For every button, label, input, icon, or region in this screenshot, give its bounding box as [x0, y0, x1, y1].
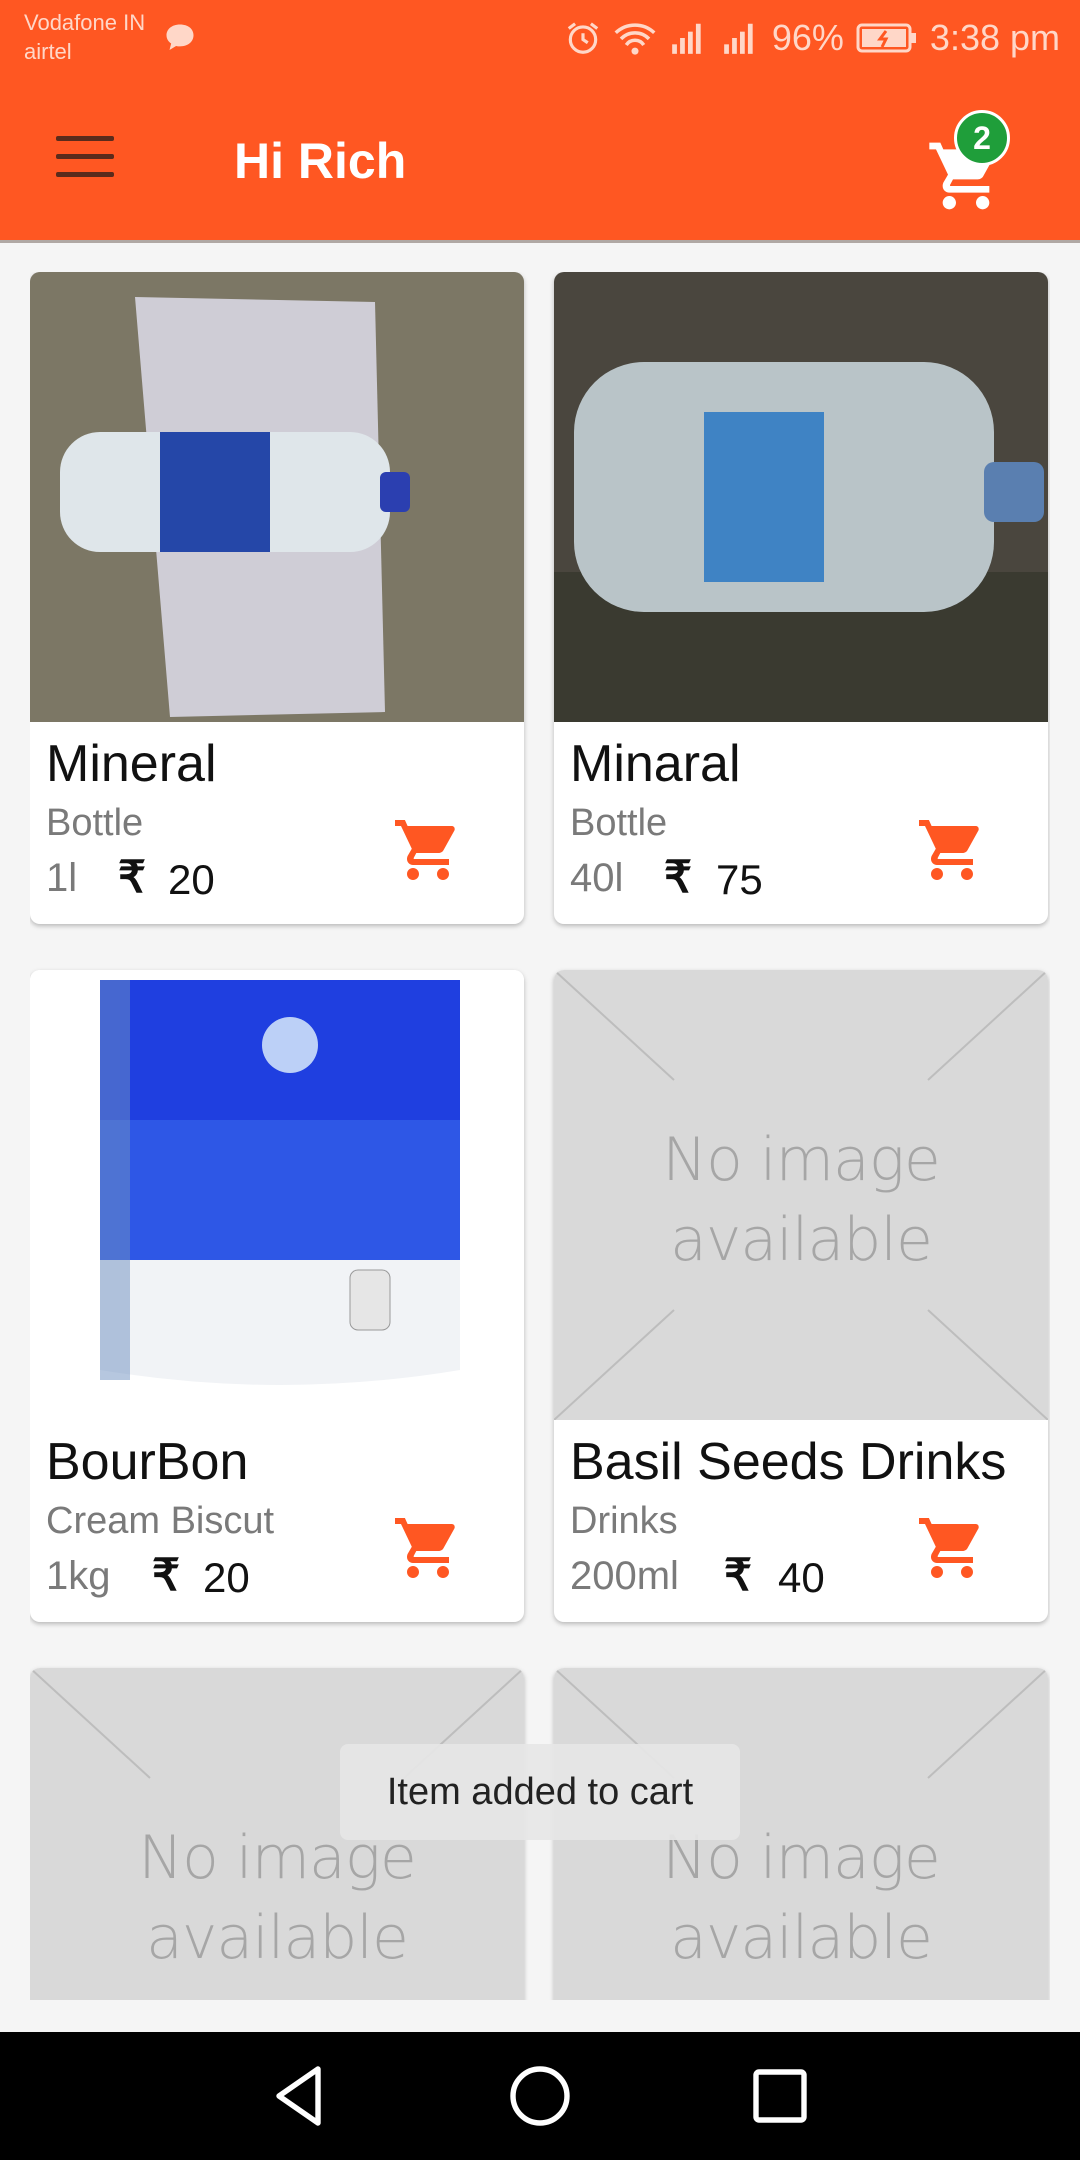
product-price: 20 — [203, 1554, 250, 1601]
app-bar: Hi Rich 2 — [0, 76, 1080, 240]
cart-count-badge: 2 — [954, 110, 1010, 166]
clock: 3:38 pm — [929, 17, 1060, 58]
product-category: Bottle — [570, 802, 668, 844]
carrier-2: airtel — [24, 39, 72, 64]
appbar-divider — [0, 240, 1080, 243]
no-image-text: No image available — [662, 1823, 940, 1973]
carrier-info: Vodafone IN airtel — [24, 8, 145, 66]
recents-icon[interactable] — [744, 2060, 816, 2132]
rupee-icon: ₹ — [118, 853, 146, 902]
battery-percent: 96% — [771, 17, 844, 58]
system-nav-bar — [0, 2032, 1080, 2160]
no-image-text: No image available — [662, 1125, 940, 1275]
status-icons: 96% 3:38 pm — [564, 14, 1060, 62]
product-quantity: 1kg — [46, 1554, 111, 1598]
battery-icon — [856, 23, 916, 53]
product-grid[interactable]: Mineral Bottle 1l ₹ 20 Minaral Bottle 40… — [30, 272, 1050, 2000]
signal-icon — [672, 23, 701, 54]
no-image-text: No image available — [138, 1823, 416, 1973]
alarm-icon — [567, 22, 599, 54]
product-card[interactable]: Mineral Bottle 1l ₹ 20 — [30, 272, 524, 924]
menu-icon[interactable] — [48, 128, 118, 188]
product-category: Drinks — [570, 1500, 678, 1542]
product-image-water-bottle[interactable] — [30, 272, 524, 722]
product-quantity: 1l — [46, 856, 78, 900]
wifi-icon — [614, 23, 656, 55]
product-category: Bottle — [46, 802, 144, 844]
status-bar: Vodafone IN airtel 96% 3:38 pm — [0, 0, 1080, 76]
signal-icon-2 — [724, 23, 753, 54]
product-quantity: 40l — [570, 856, 624, 900]
home-icon[interactable] — [504, 2060, 576, 2132]
rupee-icon: ₹ — [664, 853, 692, 902]
toast-message: Item added to cart — [340, 1744, 740, 1840]
product-price: 40 — [778, 1554, 825, 1601]
product-price: 75 — [716, 856, 763, 903]
product-name: Minaral — [570, 735, 741, 793]
carrier-1: Vodafone IN — [24, 10, 146, 35]
product-category: Cream Biscut — [46, 1500, 275, 1542]
product-card[interactable]: BourBon Cream Biscut 1kg ₹ 20 — [30, 970, 524, 1622]
rupee-icon: ₹ — [724, 1551, 752, 1600]
no-image-placeholder[interactable]: No image available — [554, 970, 1048, 1420]
add-to-cart-icon[interactable] — [388, 814, 468, 886]
product-card[interactable]: Minaral Bottle 40l ₹ 75 — [554, 272, 1048, 924]
app-title: Hi Rich — [234, 133, 407, 189]
message-icon — [166, 24, 194, 50]
product-card[interactable]: No image available Basil Seeds Drinks Dr… — [554, 970, 1048, 1622]
product-name: Basil Seeds Drinks — [570, 1433, 1007, 1491]
add-to-cart-icon[interactable] — [912, 1512, 992, 1584]
product-image-water-purifier[interactable] — [30, 970, 524, 1420]
product-quantity: 200ml — [570, 1554, 679, 1598]
product-name: Mineral — [46, 735, 217, 793]
add-to-cart-icon[interactable] — [912, 814, 992, 886]
product-name: BourBon — [46, 1433, 249, 1491]
add-to-cart-icon[interactable] — [388, 1512, 468, 1584]
rupee-icon: ₹ — [152, 1551, 180, 1600]
back-icon[interactable] — [264, 2060, 336, 2132]
product-image-water-can[interactable] — [554, 272, 1048, 722]
product-price: 20 — [168, 856, 215, 903]
